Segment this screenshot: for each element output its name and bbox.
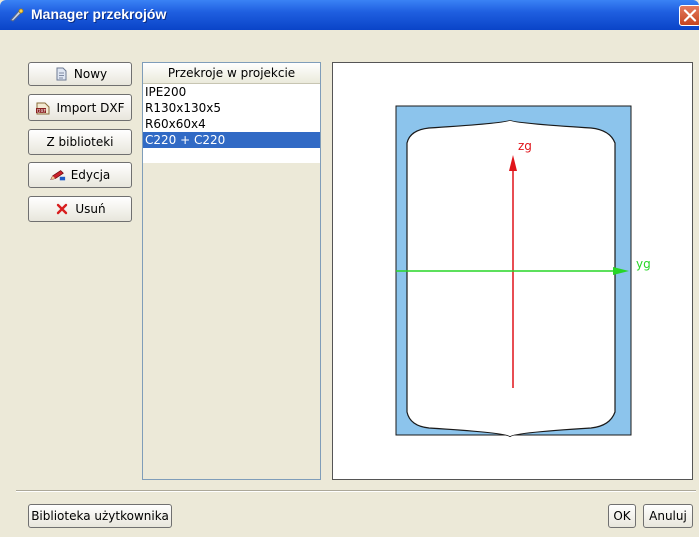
list-item-selected[interactable]: C220 + C220	[143, 132, 320, 148]
sections-list[interactable]: Przekroje w projekcie IPE200 R130x130x5 …	[142, 62, 321, 480]
delete-x-icon	[54, 201, 70, 217]
close-icon	[683, 9, 697, 22]
footer-separator	[16, 490, 696, 492]
svg-text:DXF: DXF	[37, 108, 47, 114]
new-doc-icon	[53, 66, 69, 82]
list-item[interactable]: R130x130x5	[143, 100, 320, 116]
section-preview: zg yg	[332, 62, 693, 480]
ok-button[interactable]: OK	[608, 504, 636, 528]
new-button[interactable]: Nowy	[28, 62, 132, 86]
sections-list-header[interactable]: Przekroje w projekcie	[143, 63, 320, 84]
list-item[interactable]: IPE200	[143, 84, 320, 100]
app-icon	[9, 7, 25, 23]
z-axis-label: zg	[518, 139, 532, 153]
list-item[interactable]: R60x60x4	[143, 116, 320, 132]
title-bar[interactable]: Manager przekrojów	[0, 0, 699, 30]
pencil-icon	[49, 167, 66, 183]
section-manager-window: Manager przekrojów Nowy DXF Import DXF Z…	[0, 0, 699, 537]
new-button-label: Nowy	[73, 67, 108, 81]
from-library-button[interactable]: Z biblioteki	[28, 129, 132, 155]
ok-label: OK	[613, 509, 631, 523]
from-library-label: Z biblioteki	[46, 135, 114, 149]
user-library-button[interactable]: Biblioteka użytkownika	[28, 504, 172, 528]
window-title: Manager przekrojów	[31, 6, 167, 22]
import-dxf-button[interactable]: DXF Import DXF	[28, 94, 132, 121]
dxf-icon: DXF	[35, 100, 51, 116]
edit-button[interactable]: Edycja	[28, 162, 132, 188]
delete-button[interactable]: Usuń	[28, 196, 132, 222]
cancel-button[interactable]: Anuluj	[643, 504, 693, 528]
edit-button-label: Edycja	[70, 168, 111, 182]
close-button[interactable]	[679, 5, 699, 26]
section-drawing: zg yg	[395, 105, 651, 438]
y-axis-label: yg	[636, 257, 651, 271]
user-library-label: Biblioteka użytkownika	[31, 509, 169, 523]
import-dxf-label: Import DXF	[56, 100, 125, 115]
delete-button-label: Usuń	[75, 202, 106, 216]
list-empty-area	[143, 163, 320, 479]
cancel-label: Anuluj	[649, 509, 687, 523]
